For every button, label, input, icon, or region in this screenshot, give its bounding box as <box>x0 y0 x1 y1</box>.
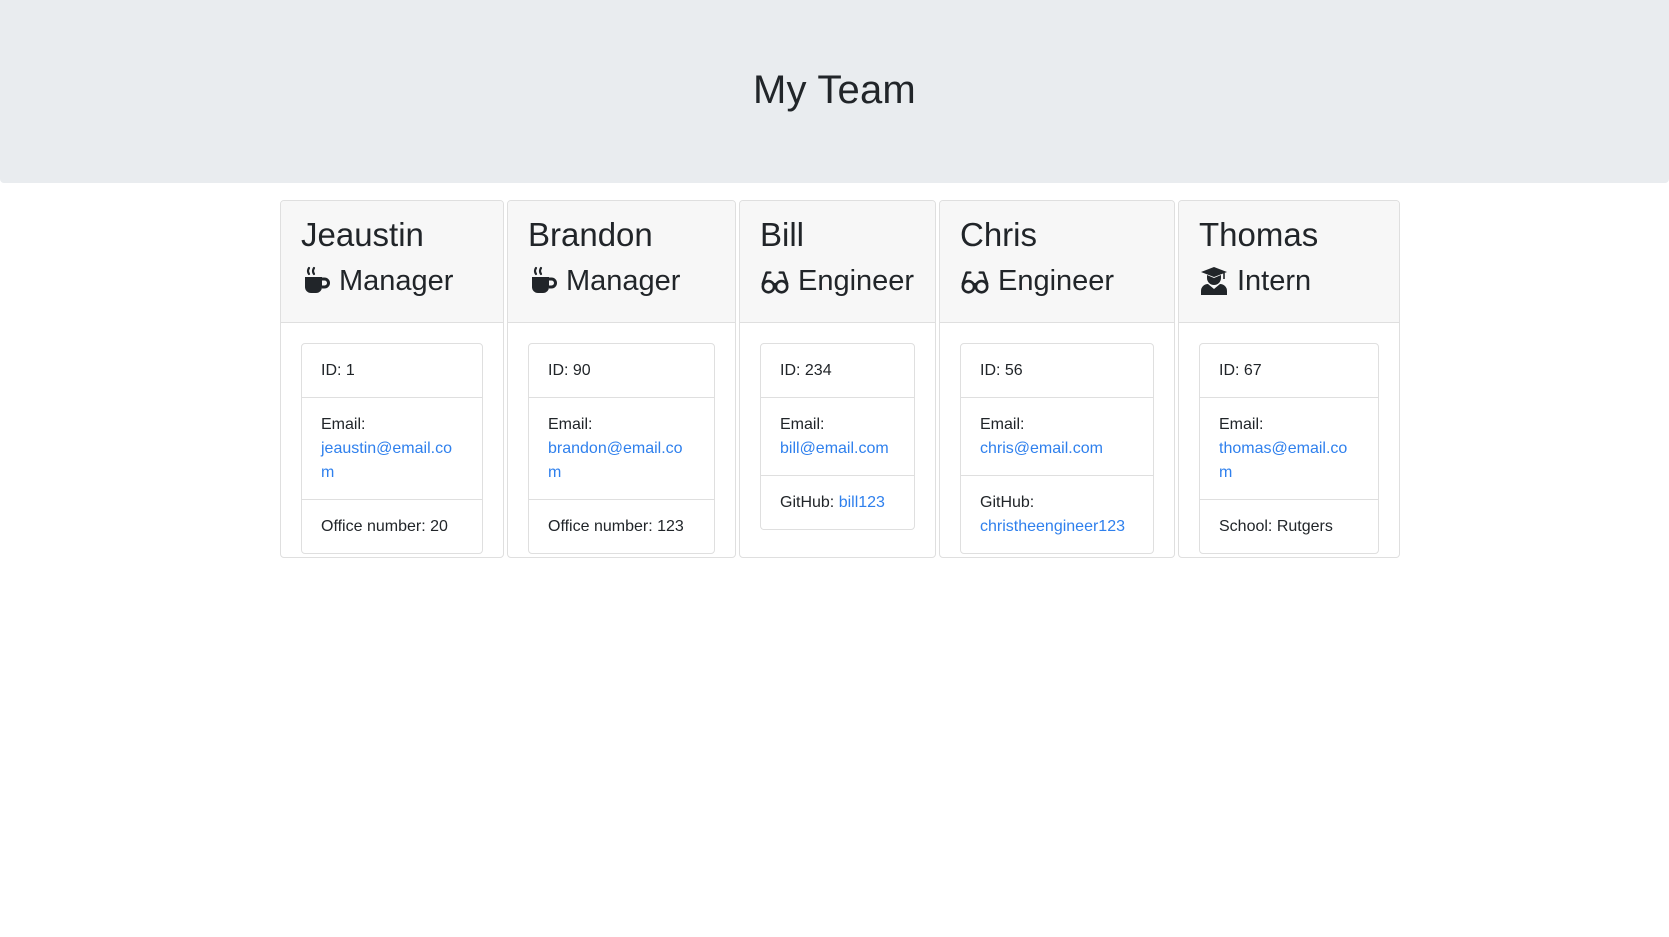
github-item: GitHub: bill123 <box>761 475 914 529</box>
card-body: ID: 56 Email: chris@email.com GitHub: ch… <box>940 323 1174 557</box>
glasses-icon <box>960 266 990 296</box>
email-item: Email: jeaustin@email.com <box>302 397 482 499</box>
card-header: Brandon Manager <box>508 201 735 323</box>
email-item: Email: bill@email.com <box>761 397 914 475</box>
card-header: Chris Engineer <box>940 201 1174 323</box>
employee-card: Bill Engineer ID: 234 Email: bill@email.… <box>739 200 936 558</box>
employee-card: Jeaustin Manager ID: 1 Email: jeaustin@e… <box>280 200 504 558</box>
email-label: Email: <box>780 416 825 433</box>
card-body: ID: 67 Email: thomas@email.com School: R… <box>1179 323 1399 557</box>
employee-name: Jeaustin <box>301 216 424 253</box>
coffee-mug-icon <box>528 266 558 296</box>
github-label: GitHub: <box>980 494 1035 511</box>
info-list: ID: 234 Email: bill@email.com GitHub: bi… <box>760 343 915 530</box>
employee-name: Chris <box>960 216 1038 253</box>
email-link[interactable]: bill@email.com <box>780 440 889 457</box>
employee-name: Brandon <box>528 216 653 253</box>
role-label: Manager <box>339 265 454 297</box>
role-label: Intern <box>1237 265 1312 297</box>
info-list: ID: 56 Email: chris@email.com GitHub: ch… <box>960 343 1154 554</box>
email-label: Email: <box>980 416 1025 433</box>
id-item: ID: 234 <box>780 362 832 379</box>
id-item: ID: 1 <box>321 362 355 379</box>
employee-role: Manager <box>301 263 483 299</box>
employee-role: Engineer <box>760 263 915 299</box>
github-link[interactable]: bill123 <box>839 494 885 511</box>
github-label: GitHub: <box>780 494 839 511</box>
email-item: Email: brandon@email.com <box>529 397 714 499</box>
info-list: ID: 67 Email: thomas@email.com School: R… <box>1199 343 1379 554</box>
role-label: Engineer <box>998 265 1115 297</box>
email-link[interactable]: chris@email.com <box>980 440 1103 457</box>
info-list: ID: 90 Email: brandon@email.com Office n… <box>528 343 715 554</box>
card-header: Jeaustin Manager <box>281 201 503 323</box>
email-label: Email: <box>321 416 366 433</box>
employee-role: Intern <box>1199 263 1379 299</box>
glasses-icon <box>760 266 790 296</box>
page-title: My Team <box>753 68 916 112</box>
email-item: Email: thomas@email.com <box>1200 397 1378 499</box>
employee-card: Thomas Intern ID: 67 Email: thomas@email… <box>1178 200 1400 558</box>
office-number-item: Office number: 20 <box>302 499 482 553</box>
employee-role: Engineer <box>960 263 1154 299</box>
card-header: Bill Engineer <box>740 201 935 323</box>
team-cards: Jeaustin Manager ID: 1 Email: jeaustin@e… <box>280 200 1400 558</box>
email-link[interactable]: jeaustin@email.com <box>321 440 452 481</box>
email-label: Email: <box>1219 416 1264 433</box>
email-label: Email: <box>548 416 593 433</box>
page-header: My Team <box>0 0 1669 183</box>
info-list: ID: 1 Email: jeaustin@email.com Office n… <box>301 343 483 554</box>
id-item: ID: 67 <box>1219 362 1262 379</box>
graduate-icon <box>1199 266 1229 296</box>
coffee-mug-icon <box>301 266 331 296</box>
id-item: ID: 56 <box>980 362 1023 379</box>
id-item: ID: 90 <box>548 362 591 379</box>
role-label: Manager <box>566 265 681 297</box>
employee-name: Bill <box>760 216 805 253</box>
card-body: ID: 234 Email: bill@email.com GitHub: bi… <box>740 323 935 550</box>
email-link[interactable]: brandon@email.com <box>548 440 683 481</box>
employee-name: Thomas <box>1199 216 1319 253</box>
card-body: ID: 1 Email: jeaustin@email.com Office n… <box>281 323 503 557</box>
card-body: ID: 90 Email: brandon@email.com Office n… <box>508 323 735 557</box>
email-item: Email: chris@email.com <box>961 397 1153 475</box>
employee-card: Chris Engineer ID: 56 Email: chris@email… <box>939 200 1175 558</box>
role-label: Engineer <box>798 265 915 297</box>
email-link[interactable]: thomas@email.com <box>1219 440 1347 481</box>
github-item: GitHub: christheengineer123 <box>961 475 1153 553</box>
employee-card: Brandon Manager ID: 90 Email: brandon@em… <box>507 200 736 558</box>
card-header: Thomas Intern <box>1179 201 1399 323</box>
school-item: School: Rutgers <box>1200 499 1378 553</box>
github-link[interactable]: christheengineer123 <box>980 518 1125 535</box>
employee-role: Manager <box>528 263 715 299</box>
office-number-item: Office number: 123 <box>529 499 714 553</box>
